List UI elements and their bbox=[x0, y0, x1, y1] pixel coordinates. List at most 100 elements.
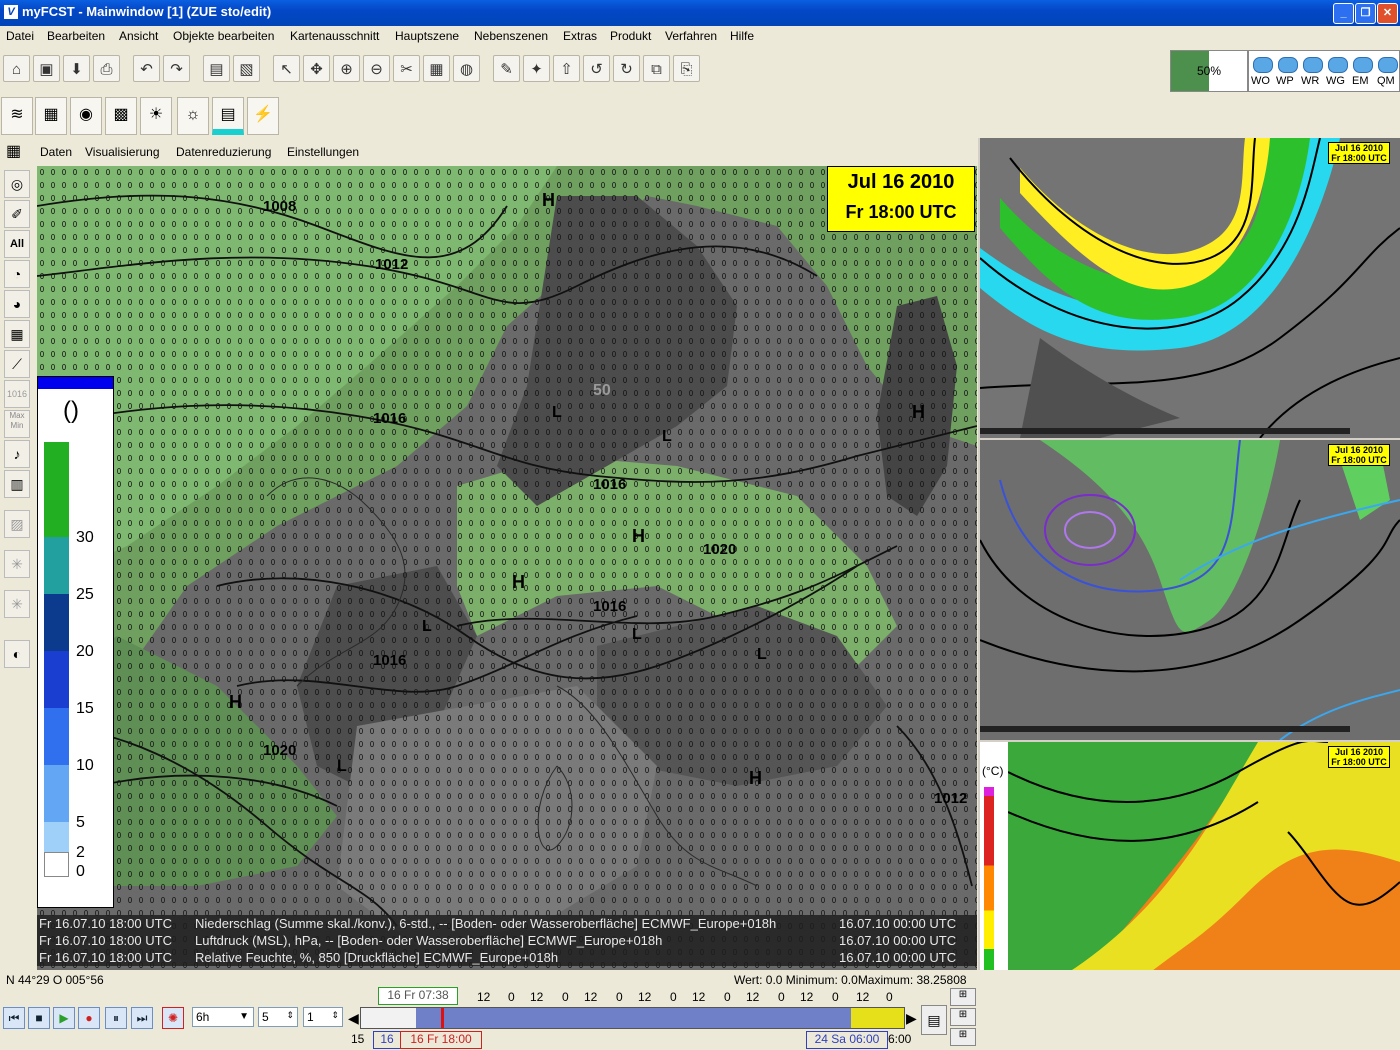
all-button[interactable]: All bbox=[4, 230, 30, 258]
mesh-icon[interactable]: ✳ bbox=[4, 590, 30, 618]
undo-icon[interactable]: ↶ bbox=[133, 55, 160, 82]
record-icon[interactable]: ● bbox=[78, 1007, 100, 1029]
legend-unit: () bbox=[63, 397, 79, 424]
layer-front-icon[interactable]: ☼ bbox=[177, 97, 209, 135]
play-icon[interactable]: ▶ bbox=[53, 1007, 75, 1029]
home-icon[interactable]: ⌂ bbox=[3, 55, 30, 82]
menu-extras[interactable]: Extras bbox=[563, 29, 597, 43]
step-forward-icon[interactable]: ⏭ bbox=[131, 1007, 153, 1029]
menu-hauptszene[interactable]: Hauptszene bbox=[395, 29, 459, 43]
copy-icon[interactable]: ⧉ bbox=[643, 55, 670, 82]
pan-icon[interactable]: ✥ bbox=[303, 55, 330, 82]
navigator-icon[interactable]: ◐ bbox=[4, 640, 30, 668]
redo-icon[interactable]: ↷ bbox=[163, 55, 190, 82]
map-date-box: Jul 16 2010 Fr 18:00 UTC bbox=[827, 166, 975, 232]
rotate-right-icon[interactable]: ↻ bbox=[613, 55, 640, 82]
pencil-icon[interactable]: ✎ bbox=[493, 55, 520, 82]
menu-objekte-bearbeiten[interactable]: Objekte bearbeiten bbox=[173, 29, 274, 43]
km-icon[interactable]: ◍ bbox=[453, 55, 480, 82]
select-icon[interactable]: ✦ bbox=[523, 55, 550, 82]
menu-kartenausschnitt[interactable]: Kartenausschnitt bbox=[290, 29, 379, 43]
model-qm-toggle[interactable] bbox=[1378, 57, 1398, 73]
weather-map[interactable]: 1008 1012 1016 1016 1020 1016 1016 1020 … bbox=[37, 166, 977, 970]
minimize-button[interactable]: _ bbox=[1333, 3, 1354, 24]
paste-icon[interactable]: ⎘ bbox=[673, 55, 700, 82]
zoom-out-icon[interactable]: ⊖ bbox=[363, 55, 390, 82]
layer-radar-icon[interactable]: ▩ bbox=[105, 97, 137, 135]
layer-tower-icon[interactable]: ⚡ bbox=[247, 97, 279, 135]
timeline-cursor[interactable] bbox=[441, 1008, 444, 1028]
menu-bearbeiten[interactable]: Bearbeiten bbox=[47, 29, 105, 43]
speed-spinner[interactable]: 5 ⇕ bbox=[258, 1007, 298, 1027]
max-min-button[interactable]: Max Min bbox=[4, 410, 30, 438]
camera-icon[interactable]: ◎ bbox=[4, 170, 30, 198]
brush-icon[interactable]: ✐ bbox=[4, 200, 30, 228]
menu-nebenszenen[interactable]: Nebenszenen bbox=[474, 29, 548, 43]
submenu-visualisierung[interactable]: Visualisierung bbox=[85, 145, 160, 159]
screen-icon[interactable]: ▤ bbox=[203, 55, 230, 82]
layer-stack-icon[interactable]: ≋ bbox=[1, 97, 33, 135]
stop-square-icon[interactable]: ■ bbox=[28, 1007, 50, 1029]
precip-legend[interactable]: () 30 25 20 15 10 5 2 0 bbox=[37, 376, 114, 908]
menu-verfahren[interactable]: Verfahren bbox=[665, 29, 717, 43]
contour-icon[interactable]: ◔ bbox=[4, 260, 30, 288]
timeline-track[interactable] bbox=[360, 1007, 905, 1029]
fill-icon[interactable]: ◕ bbox=[4, 290, 30, 318]
cut-icon[interactable]: ✂ bbox=[393, 55, 420, 82]
menu-bar: Datei Bearbeiten Ansicht Objekte bearbei… bbox=[0, 26, 1400, 46]
isobar-value-button[interactable]: 1016 bbox=[4, 380, 30, 408]
maximize-button[interactable]: ❐ bbox=[1355, 3, 1376, 24]
layer-grid-icon[interactable]: ▦ bbox=[35, 97, 67, 135]
panel-layout-icon[interactable]: ⊞ bbox=[950, 1028, 976, 1046]
map-grid-icon[interactable]: ▦ bbox=[6, 141, 30, 163]
side-panel-geopotential[interactable]: Jul 16 2010 Fr 18:00 UTC bbox=[980, 138, 1400, 438]
step-back-icon[interactable]: ⏮ bbox=[3, 1007, 25, 1029]
wind-icon[interactable]: ⟋ bbox=[4, 350, 30, 378]
chart-icon[interactable]: ▦ bbox=[423, 55, 450, 82]
timestep-select[interactable]: 6h ▼ bbox=[192, 1007, 254, 1027]
panel-layout-icon[interactable]: ⊞ bbox=[950, 988, 976, 1006]
menu-datei[interactable]: Datei bbox=[6, 29, 34, 43]
model-wp-toggle[interactable] bbox=[1278, 57, 1298, 73]
model-wg-toggle[interactable] bbox=[1328, 57, 1348, 73]
high-pressure-marker: H bbox=[749, 768, 762, 788]
isobar-label: 1012 bbox=[934, 790, 968, 807]
interval-spinner[interactable]: 1 ⇕ bbox=[303, 1007, 343, 1027]
model-wo-toggle[interactable] bbox=[1253, 57, 1273, 73]
grid-icon[interactable]: ▦ bbox=[4, 320, 30, 348]
print-icon[interactable]: ⎙ bbox=[93, 55, 120, 82]
submenu-daten[interactable]: Daten bbox=[40, 145, 72, 159]
submenu-einstellungen[interactable]: Einstellungen bbox=[287, 145, 359, 159]
model-em-toggle[interactable] bbox=[1353, 57, 1373, 73]
network-icon[interactable]: ✳ bbox=[4, 550, 30, 578]
menu-hilfe[interactable]: Hilfe bbox=[730, 29, 754, 43]
save-icon[interactable]: ⬇ bbox=[63, 55, 90, 82]
timeline-range-segment bbox=[416, 1008, 851, 1028]
title-bar[interactable]: V myFCST - Mainwindow [1] (ZUE sto/edit)… bbox=[0, 0, 1400, 26]
side-panel-temperature[interactable]: Jul 16 2010 Fr 18:00 UTC bbox=[980, 440, 1400, 740]
menu-produkt[interactable]: Produkt bbox=[610, 29, 651, 43]
export-icon[interactable]: ▧ bbox=[233, 55, 260, 82]
panel-layout-icon[interactable]: ⊞ bbox=[950, 1008, 976, 1026]
bell-icon[interactable]: ♪ bbox=[4, 440, 30, 468]
model-wr-toggle[interactable] bbox=[1303, 57, 1323, 73]
rotate-left-icon[interactable]: ↺ bbox=[583, 55, 610, 82]
loop-icon[interactable]: ✺ bbox=[162, 1007, 184, 1029]
submenu-datenreduzierung[interactable]: Datenreduzierung bbox=[176, 145, 271, 159]
timeline-left-arrow-icon[interactable]: ◀ bbox=[348, 1008, 359, 1028]
move-up-icon[interactable]: ⇧ bbox=[553, 55, 580, 82]
timeline-grid-icon[interactable]: ▤ bbox=[921, 1005, 947, 1035]
zoom-in-icon[interactable]: ⊕ bbox=[333, 55, 360, 82]
pause-icon[interactable]: ⏸ bbox=[105, 1007, 127, 1029]
layer-weather-icon[interactable]: ☀ bbox=[140, 97, 172, 135]
pointer-icon[interactable]: ↖ bbox=[273, 55, 300, 82]
timeline-right-arrow-icon[interactable]: ▶ bbox=[906, 1008, 917, 1028]
layer-active-icon[interactable]: ▤ bbox=[212, 97, 244, 135]
pattern-icon[interactable]: ▨ bbox=[4, 510, 30, 538]
close-button[interactable]: ✕ bbox=[1377, 3, 1398, 24]
menu-ansicht[interactable]: Ansicht bbox=[119, 29, 158, 43]
palette-icon[interactable]: ▥ bbox=[4, 470, 30, 498]
layer-satellite-icon[interactable]: ◉ bbox=[70, 97, 102, 135]
panel-info-bar bbox=[980, 428, 1350, 434]
open-icon[interactable]: ▣ bbox=[33, 55, 60, 82]
